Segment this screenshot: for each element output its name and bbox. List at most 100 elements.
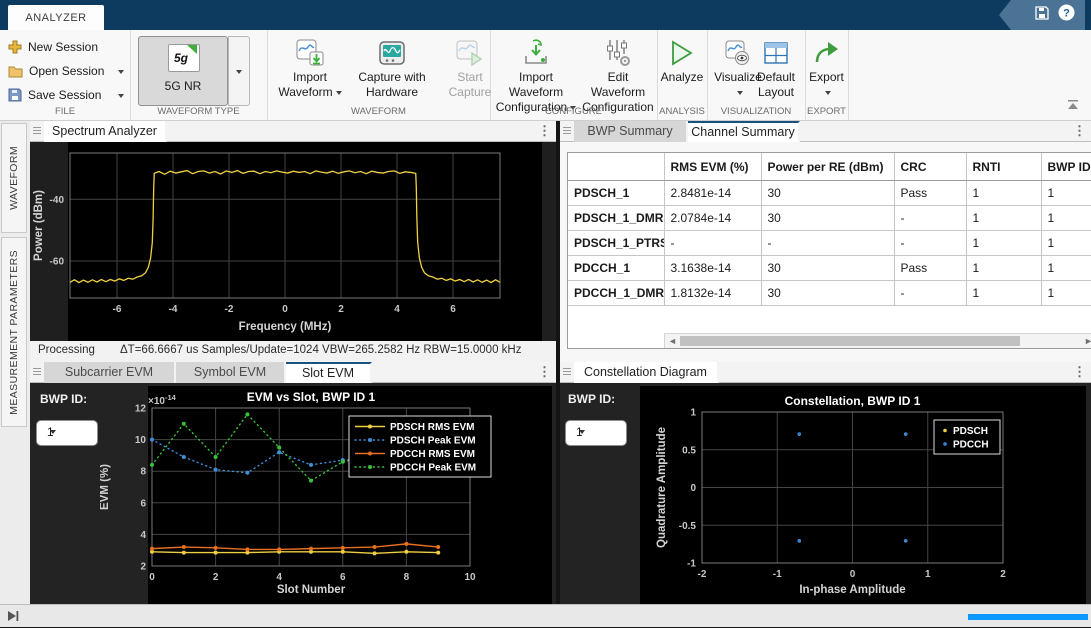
- table-row[interactable]: PDCCH_1_DMRS 1.8132e-14 30 - 1 1: [568, 281, 1091, 306]
- waveform-type-5gnr-button[interactable]: 5g 5G NR: [138, 36, 228, 106]
- panel-drag-handle[interactable]: [563, 368, 571, 377]
- table-row[interactable]: PDSCH_1_PTRS - - - 1 1: [568, 231, 1091, 256]
- open-session-button[interactable]: Open Session: [8, 61, 124, 81]
- capture-with-hardware-button[interactable]: Capture with Hardware: [346, 36, 438, 100]
- table-cell[interactable]: 1.8132e-14: [664, 281, 761, 306]
- tab-channel-summary[interactable]: Channel Summary: [688, 121, 800, 142]
- expand-panel-icon[interactable]: [6, 609, 20, 628]
- spectrum-chart[interactable]: -6-4-20246-60-40Frequency (MHz)Power (dB…: [30, 142, 556, 341]
- bottom-status-bar: [0, 604, 1091, 627]
- svg-text:2: 2: [213, 572, 219, 583]
- svg-text:-60: -60: [50, 256, 65, 267]
- y-axis-label: Quadrature Amplitude: [656, 427, 668, 548]
- tab-symbol-evm[interactable]: Symbol EVM: [176, 362, 286, 383]
- table-cell[interactable]: 1: [1041, 281, 1091, 306]
- sidebar-item-measurement-parameters[interactable]: MEASUREMENT PARAMETERS: [1, 237, 27, 427]
- bwp-id-label: BWP ID:: [40, 392, 87, 406]
- table-cell[interactable]: 1: [1041, 231, 1091, 256]
- constellation-chart[interactable]: -2-1012-1-0.500.51Constellation, BWP ID …: [640, 386, 1086, 604]
- waveform-type-gallery-dropdown[interactable]: [228, 36, 250, 106]
- tab-constellation-diagram[interactable]: Constellation Diagram: [574, 362, 719, 383]
- svg-text:0.5: 0.5: [682, 445, 696, 456]
- row-label[interactable]: PDSCH_1_DMRS: [568, 206, 664, 231]
- table-cell[interactable]: 30: [761, 281, 894, 306]
- bwp-id-select[interactable]: 1: [565, 420, 627, 446]
- table-cell[interactable]: 1: [1041, 256, 1091, 281]
- scroll-right-icon[interactable]: ►: [1082, 335, 1091, 348]
- edit-waveform-configuration-button[interactable]: Edit Waveform Configuration: [581, 36, 655, 115]
- tab-bwp-summary[interactable]: BWP Summary: [574, 121, 688, 142]
- open-session-dropdown[interactable]: [118, 70, 124, 77]
- table-cell[interactable]: -: [894, 281, 966, 306]
- table-cell[interactable]: -: [761, 231, 894, 256]
- save-session-dropdown[interactable]: [118, 94, 124, 101]
- table-cell[interactable]: 1: [966, 231, 1041, 256]
- bwp-id-select[interactable]: 1: [36, 420, 98, 446]
- table-cell[interactable]: -: [894, 206, 966, 231]
- horizontal-scrollbar[interactable]: ◄ ►: [664, 333, 1091, 348]
- plus-icon: [8, 40, 22, 54]
- constellation-tab-strip: Constellation Diagram ⋮: [560, 362, 1091, 383]
- panel-menu-icon[interactable]: ⋮: [538, 364, 551, 380]
- table-cell[interactable]: 30: [761, 256, 894, 281]
- table-cell[interactable]: 2.8481e-14: [664, 181, 761, 206]
- svg-text:PDCCH Peak EVM: PDCCH Peak EVM: [390, 463, 476, 474]
- table-cell[interactable]: Pass: [894, 256, 966, 281]
- scrollbar-thumb[interactable]: [680, 336, 1020, 346]
- scroll-left-icon[interactable]: ◄: [666, 335, 679, 348]
- table-row[interactable]: PDCCH_1 3.1638e-14 30 Pass 1 1: [568, 256, 1091, 281]
- table-cell[interactable]: 1: [966, 206, 1041, 231]
- tab-subcarrier-evm[interactable]: Subcarrier EVM: [44, 362, 176, 383]
- table-row[interactable]: PDSCH_1_DMRS 2.0784e-14 30 - 1 1: [568, 206, 1091, 231]
- collapse-ribbon-button[interactable]: [1066, 98, 1080, 116]
- table-cell[interactable]: 3.1638e-14: [664, 256, 761, 281]
- table-row[interactable]: PDSCH_1 2.8481e-14 30 Pass 1 1: [568, 181, 1091, 206]
- hardware-capture-icon: [377, 36, 407, 70]
- analyze-button[interactable]: Analyze: [658, 36, 706, 85]
- panel-menu-icon[interactable]: ⋮: [1073, 364, 1086, 380]
- table-cell[interactable]: 1: [966, 256, 1041, 281]
- save-session-button[interactable]: Save Session: [8, 85, 124, 105]
- visualize-dropdown[interactable]: [737, 91, 743, 98]
- table-cell[interactable]: 1: [1041, 181, 1091, 206]
- constellation-panel-body: BWP ID: 1 -2-1012-1-0.500.51Constellatio…: [560, 383, 1091, 604]
- panel-drag-handle[interactable]: [33, 368, 41, 377]
- panel-menu-icon[interactable]: ⋮: [1073, 123, 1086, 139]
- svg-text:-6: -6: [113, 304, 122, 315]
- import-waveform-configuration-button[interactable]: Import Waveform Configuration: [492, 36, 580, 115]
- export-button[interactable]: Export: [805, 36, 848, 96]
- table-cell[interactable]: 1: [966, 181, 1041, 206]
- row-label[interactable]: PDSCH_1: [568, 181, 664, 206]
- table-cell[interactable]: Pass: [894, 181, 966, 206]
- table-cell[interactable]: -: [894, 231, 966, 256]
- tab-slot-evm[interactable]: Slot EVM: [286, 362, 372, 383]
- import-waveform-button[interactable]: Import Waveform: [274, 36, 346, 100]
- panel-drag-handle[interactable]: [563, 127, 571, 136]
- import-waveform-dropdown[interactable]: [336, 91, 342, 98]
- help-icon[interactable]: ?: [1058, 4, 1075, 26]
- default-layout-button[interactable]: Default Layout: [749, 36, 803, 100]
- ribbon-group-configure: Import Waveform Configuration Edit Wavef…: [490, 30, 658, 120]
- sidebar-item-waveform[interactable]: WAVEFORM: [1, 123, 27, 233]
- table-cell[interactable]: 30: [761, 181, 894, 206]
- tab-spectrum-analyzer[interactable]: Spectrum Analyzer: [44, 121, 167, 142]
- table-cell[interactable]: 2.0784e-14: [664, 206, 761, 231]
- table-cell[interactable]: 1: [966, 281, 1041, 306]
- titlebar: ANALYZER ?: [0, 0, 1091, 30]
- export-dropdown[interactable]: [825, 91, 831, 98]
- panel-menu-icon[interactable]: ⋮: [538, 123, 551, 139]
- tab-analyzer[interactable]: ANALYZER: [8, 5, 104, 30]
- save-icon[interactable]: [1034, 5, 1050, 26]
- svg-text:-0.5: -0.5: [679, 521, 697, 532]
- row-label[interactable]: PDCCH_1: [568, 256, 664, 281]
- evm-vs-slot-chart[interactable]: 024681024681012EVM vs Slot, BWP ID 1×10-…: [100, 386, 556, 604]
- table-cell[interactable]: 1: [1041, 206, 1091, 231]
- table-cell[interactable]: -: [664, 231, 761, 256]
- chart-title: EVM vs Slot, BWP ID 1: [247, 390, 376, 404]
- table-cell[interactable]: 30: [761, 206, 894, 231]
- row-label[interactable]: PDCCH_1_DMRS: [568, 281, 664, 306]
- panel-drag-handle[interactable]: [33, 127, 41, 136]
- new-session-button[interactable]: New Session: [8, 37, 124, 57]
- ribbon-group-waveform-type: 5g 5G NR WAVEFORM TYPE: [130, 30, 268, 120]
- row-label[interactable]: PDSCH_1_PTRS: [568, 231, 664, 256]
